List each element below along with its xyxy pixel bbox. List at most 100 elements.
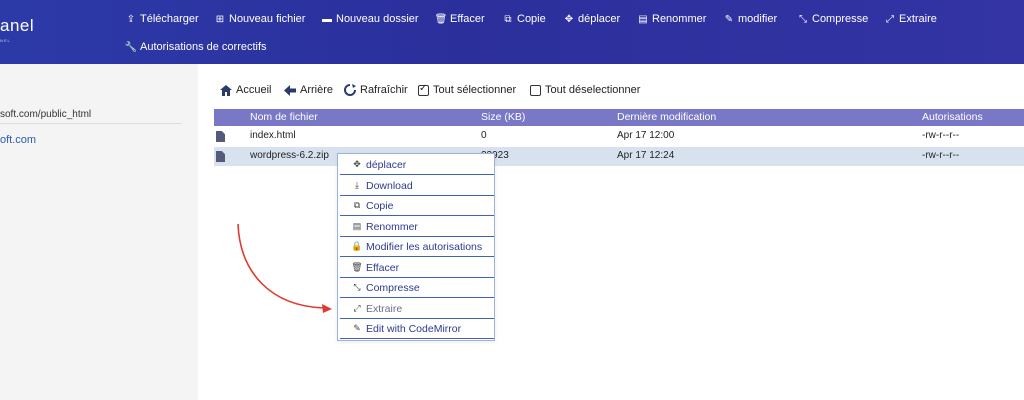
annotation-arrow-icon [237, 223, 332, 313]
cpanel-logo: anel NEL [0, 16, 34, 43]
menu-item-compress[interactable]: ⤡ Compresse [340, 278, 494, 298]
copy-button[interactable]: ⧉ Copie [503, 13, 546, 25]
file-context-menu: ✥ déplacer ⤓ Download ⧉ Copie ▤ Renommer… [337, 153, 495, 341]
home-label: Accueil [236, 84, 272, 96]
download-icon: ⤓ [355, 180, 359, 190]
trash-icon: 🗑 [351, 262, 363, 272]
file-name: wordpress-6.2.zip [250, 150, 329, 161]
move-button[interactable]: ✥ déplacer [564, 13, 620, 25]
deselect-all-button[interactable]: Tout déselectionner [530, 84, 640, 96]
home-icon [220, 84, 232, 96]
menu-item-label: Compresse [366, 281, 420, 294]
edit-icon: ✎ [353, 323, 361, 333]
menu-item-label: Download [366, 179, 413, 192]
home-button[interactable]: Accueil [220, 84, 271, 96]
rename-label: Renommer [652, 13, 707, 25]
column-size[interactable]: Size (KB) [481, 111, 525, 123]
table-row[interactable]: index.html 0 Apr 17 12:00 -rw-r--r-- [214, 127, 1024, 146]
menu-item-label: Edit with CodeMirror [366, 322, 462, 335]
file-modified: Apr 17 12:24 [617, 150, 675, 161]
expand-icon: ⤢ [886, 13, 894, 25]
menu-item-download[interactable]: ⤓ Download [340, 176, 494, 196]
edit-button[interactable]: ✎ modifier [724, 13, 777, 25]
select-all-button[interactable]: Tout sélectionner [418, 83, 517, 96]
delete-label: Effacer [450, 13, 485, 25]
expand-icon: ⤢ [353, 303, 361, 313]
wrench-icon: 🔧 [124, 41, 138, 53]
fix-permissions-button[interactable]: 🔧 Autorisations de correctifs [124, 41, 267, 53]
refresh-button[interactable]: Rafraîchir [344, 84, 408, 96]
extract-button[interactable]: ⤢ Extraire [885, 13, 937, 25]
compress-icon: ⤡ [799, 13, 807, 25]
table-row[interactable]: wordpress-6.2.zip 23923 Apr 17 12:24 -rw… [214, 147, 1024, 166]
column-modified[interactable]: Dernière modification [617, 111, 716, 123]
move-label: déplacer [578, 13, 621, 25]
file-permissions: -rw-r--r-- [922, 150, 960, 161]
column-permissions[interactable]: Autorisations [922, 111, 983, 123]
column-name[interactable]: Nom de fichier [250, 111, 318, 123]
checked-box-icon [418, 83, 429, 96]
menu-item-move[interactable]: ✥ déplacer [340, 155, 494, 175]
file-name: index.html [250, 130, 296, 141]
rename-icon: ▤ [352, 221, 362, 231]
new-file-button[interactable]: ⊞ Nouveau fichier [215, 13, 306, 25]
upload-icon: ⇪ [126, 13, 136, 25]
menu-item-delete[interactable]: 🗑 Effacer [340, 258, 494, 278]
unchecked-box-icon [530, 84, 541, 96]
back-button[interactable]: Arrière [284, 84, 333, 96]
file-size: 0 [481, 130, 487, 141]
menu-item-label: déplacer [366, 158, 407, 171]
rename-button[interactable]: ▤ Renommer [638, 13, 706, 25]
new-folder-label: Nouveau dossier [336, 13, 419, 25]
menu-item-permissions[interactable]: 🔒 Modifier les autorisations [340, 237, 494, 257]
arrow-left-icon [284, 84, 296, 96]
menu-item-label: Modifier les autorisations [366, 240, 483, 253]
path-input[interactable]: soft.com/public_html [0, 108, 182, 124]
back-label: Arrière [300, 84, 334, 96]
compress-label: Compresse [812, 13, 869, 25]
file-icon [216, 151, 225, 162]
directory-sidebar: soft.com/public_html oft.com [0, 64, 198, 400]
deselect-all-label: Tout déselectionner [545, 84, 641, 96]
plus-square-icon: ⊞ [215, 13, 225, 25]
edit-icon: ✎ [724, 13, 734, 25]
file-permissions: -rw-r--r-- [922, 130, 960, 141]
select-all-label: Tout sélectionner [433, 84, 517, 96]
edit-label: modifier [738, 13, 778, 25]
compress-icon: ⤡ [353, 282, 361, 292]
new-folder-button[interactable]: ▬ Nouveau dossier [322, 13, 419, 25]
move-icon: ✥ [564, 13, 574, 25]
menu-item-copy[interactable]: ⧉ Copie [340, 196, 494, 216]
rename-icon: ▤ [638, 13, 648, 25]
logo-text: anel [0, 16, 35, 35]
compress-button[interactable]: ⤡ Compresse [798, 13, 868, 25]
menu-item-rename[interactable]: ▤ Renommer [340, 217, 494, 237]
extract-label: Extraire [899, 13, 937, 25]
menu-item-codemirror[interactable]: ✎ Edit with CodeMirror [340, 319, 494, 339]
new-file-label: Nouveau fichier [229, 13, 306, 25]
upload-label: Télécharger [140, 13, 199, 25]
file-table-header: Nom de fichier Size (KB) Dernière modifi… [214, 109, 1024, 126]
upload-button[interactable]: ⇪ Télécharger [126, 13, 199, 25]
menu-item-label: Renommer [366, 220, 418, 233]
logo-subtext: NEL [0, 38, 11, 43]
trash-icon: 🗑 [434, 13, 448, 25]
file-modified: Apr 17 12:00 [617, 130, 675, 141]
menu-item-label: Copie [366, 199, 394, 212]
copy-label: Copie [517, 13, 546, 25]
file-icon [216, 131, 225, 142]
domain-tree-root[interactable]: oft.com [0, 134, 36, 146]
refresh-label: Rafraîchir [360, 84, 408, 96]
lock-icon: 🔒 [351, 241, 363, 251]
top-header: anel NEL ⇪ Télécharger ⊞ Nouveau fichier… [0, 0, 1024, 64]
menu-item-extract[interactable]: ⤢ Extraire [340, 299, 494, 319]
delete-button[interactable]: 🗑 Effacer [434, 13, 485, 25]
menu-item-label: Extraire [366, 302, 403, 315]
folder-icon: ▬ [322, 13, 332, 25]
fix-permissions-label: Autorisations de correctifs [140, 41, 267, 53]
copy-icon: ⧉ [353, 200, 361, 210]
copy-icon: ⧉ [504, 13, 512, 25]
menu-item-label: Effacer [366, 261, 400, 274]
refresh-icon [344, 84, 356, 96]
move-icon: ✥ [353, 159, 361, 169]
